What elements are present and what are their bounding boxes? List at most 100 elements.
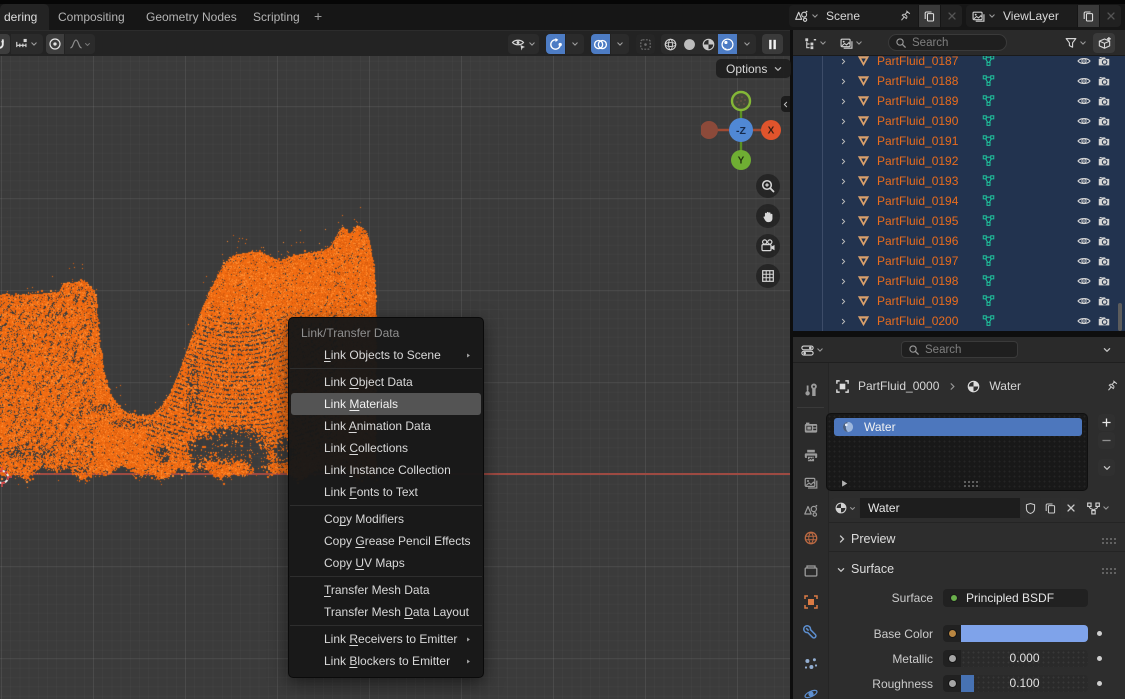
outliner-row-partfluid_0200[interactable]: PartFluid_0200 xyxy=(793,311,1125,331)
socket-button[interactable] xyxy=(943,675,961,692)
properties-options-dropdown[interactable] xyxy=(1096,340,1118,360)
workspace-tab-dering[interactable]: dering xyxy=(0,4,49,30)
material-slot-list[interactable]: Water xyxy=(826,413,1088,491)
mesh-data-icon[interactable] xyxy=(981,313,996,328)
add-workspace-button[interactable]: + xyxy=(314,4,322,30)
disable-render-camera-icon[interactable] xyxy=(1097,254,1111,268)
mesh-object-icon[interactable] xyxy=(856,93,871,108)
properties-tab-output[interactable] xyxy=(803,448,819,464)
properties-tab-render[interactable] xyxy=(803,420,819,436)
outliner-search-input[interactable]: Search xyxy=(888,34,1007,51)
disable-render-camera-icon[interactable] xyxy=(1097,174,1111,188)
socket-button[interactable] xyxy=(943,650,961,667)
outliner-row-partfluid_0192[interactable]: PartFluid_0192 xyxy=(793,151,1125,171)
surface-panel-header[interactable]: Surface xyxy=(829,556,1125,584)
disclosure-triangle-icon[interactable] xyxy=(839,317,848,326)
outliner-row-partfluid_0190[interactable]: PartFluid_0190 xyxy=(793,111,1125,131)
options-button[interactable]: Options xyxy=(716,59,791,78)
camera-view-button[interactable] xyxy=(756,234,780,258)
outliner-scrollbar[interactable] xyxy=(1118,303,1122,331)
disable-render-camera-icon[interactable] xyxy=(1097,114,1111,128)
mesh-data-icon[interactable] xyxy=(981,293,996,308)
show-overlays-toggle[interactable] xyxy=(591,34,610,54)
surface-shader-button[interactable]: Principled BSDF xyxy=(943,589,1088,607)
list-expand-icon[interactable] xyxy=(839,478,850,489)
outliner-row-partfluid_0188[interactable]: PartFluid_0188 xyxy=(793,71,1125,91)
snap-toggle-button[interactable] xyxy=(0,34,10,54)
preview-panel-header[interactable]: Preview xyxy=(829,526,1125,554)
hide-viewport-eye-icon[interactable] xyxy=(1077,274,1091,288)
mesh-data-icon[interactable] xyxy=(981,113,996,128)
mesh-data-icon[interactable] xyxy=(981,233,996,248)
object-name[interactable]: PartFluid_0194 xyxy=(877,191,958,211)
fake-user-button[interactable] xyxy=(1021,498,1040,518)
material-name-field[interactable]: Water xyxy=(860,498,1020,518)
mesh-object-icon[interactable] xyxy=(856,293,871,308)
disclosure-triangle-icon[interactable] xyxy=(839,177,848,186)
mesh-data-icon[interactable] xyxy=(981,93,996,108)
object-name[interactable]: PartFluid_0197 xyxy=(877,251,958,271)
hide-viewport-eye-icon[interactable] xyxy=(1077,194,1091,208)
mesh-data-icon[interactable] xyxy=(981,213,996,228)
hide-viewport-eye-icon[interactable] xyxy=(1077,214,1091,228)
disclosure-triangle-icon[interactable] xyxy=(839,297,848,306)
new-scene-button[interactable] xyxy=(919,5,940,27)
overlays-dropdown[interactable] xyxy=(611,34,629,54)
animate-decorator-dot[interactable] xyxy=(1097,681,1102,686)
mesh-object-icon[interactable] xyxy=(856,213,871,228)
workspace-tab-scripting[interactable]: Scripting xyxy=(241,4,312,30)
object-name[interactable]: PartFluid_0189 xyxy=(877,91,958,111)
disclosure-triangle-icon[interactable] xyxy=(839,277,848,286)
disable-render-camera-icon[interactable] xyxy=(1097,154,1111,168)
properties-tab-object[interactable] xyxy=(803,594,819,610)
menu-item-copy-uv-maps[interactable]: Copy UV Maps xyxy=(291,552,481,574)
material-slot-water[interactable]: Water xyxy=(834,418,1082,436)
menu-item-link-blockers-to-emitter[interactable]: Link Blockers to Emitter xyxy=(291,650,481,672)
base-color-swatch[interactable] xyxy=(961,625,1088,642)
disable-render-camera-icon[interactable] xyxy=(1097,214,1111,228)
shading-wireframe-button[interactable] xyxy=(661,34,680,54)
hide-viewport-eye-icon[interactable] xyxy=(1077,234,1091,248)
properties-tab-world[interactable] xyxy=(803,530,819,546)
pan-button[interactable] xyxy=(756,204,780,228)
pin-icon[interactable] xyxy=(1105,379,1119,393)
viewlayer-field[interactable]: ViewLayer xyxy=(966,5,1077,27)
menu-item-link-objects-to-scene[interactable]: Link Objects to Scene xyxy=(291,344,481,366)
disclosure-triangle-icon[interactable] xyxy=(839,97,848,106)
list-resize-grip[interactable] xyxy=(963,480,978,487)
disable-render-camera-icon[interactable] xyxy=(1097,94,1111,108)
disable-render-camera-icon[interactable] xyxy=(1097,74,1111,88)
zoom-button[interactable] xyxy=(756,174,780,198)
menu-item-link-collections[interactable]: Link Collections xyxy=(291,437,481,459)
mesh-object-icon[interactable] xyxy=(856,273,871,288)
object-name[interactable]: PartFluid_0196 xyxy=(877,231,958,251)
menu-item-link-materials[interactable]: Link Materials xyxy=(291,393,481,415)
menu-item-copy-modifiers[interactable]: Copy Modifiers xyxy=(291,508,481,530)
object-name[interactable]: PartFluid_0192 xyxy=(877,151,958,171)
hide-viewport-eye-icon[interactable] xyxy=(1077,54,1091,68)
hide-viewport-eye-icon[interactable] xyxy=(1077,254,1091,268)
snap-target-dropdown[interactable] xyxy=(11,34,43,54)
remove-slot-button[interactable] xyxy=(1098,432,1115,449)
outliner-row-partfluid_0191[interactable]: PartFluid_0191 xyxy=(793,131,1125,151)
outliner-row-partfluid_0194[interactable]: PartFluid_0194 xyxy=(793,191,1125,211)
shading-material-button[interactable] xyxy=(699,34,718,54)
hide-viewport-eye-icon[interactable] xyxy=(1077,94,1091,108)
hide-viewport-eye-icon[interactable] xyxy=(1077,174,1091,188)
disclosure-triangle-icon[interactable] xyxy=(839,217,848,226)
mesh-data-icon[interactable] xyxy=(981,73,996,88)
panel-drag-grip[interactable] xyxy=(1101,537,1116,544)
menu-item-link-receivers-to-emitter[interactable]: Link Receivers to Emitter xyxy=(291,628,481,650)
menu-item-link-animation-data[interactable]: Link Animation Data xyxy=(291,415,481,437)
shading-rendered-button[interactable] xyxy=(718,34,737,54)
gizmo-neg-x-ball[interactable] xyxy=(701,121,718,139)
new-material-button[interactable] xyxy=(1041,498,1060,518)
properties-tab-collection[interactable] xyxy=(803,563,819,579)
mesh-object-icon[interactable] xyxy=(856,313,871,328)
navigation-gizmo[interactable]: X Y -Z xyxy=(701,88,786,173)
object-name[interactable]: PartFluid_0200 xyxy=(877,311,958,331)
mesh-object-icon[interactable] xyxy=(856,153,871,168)
hide-viewport-eye-icon[interactable] xyxy=(1077,74,1091,88)
hide-viewport-eye-icon[interactable] xyxy=(1077,154,1091,168)
socket-button[interactable] xyxy=(943,625,961,642)
